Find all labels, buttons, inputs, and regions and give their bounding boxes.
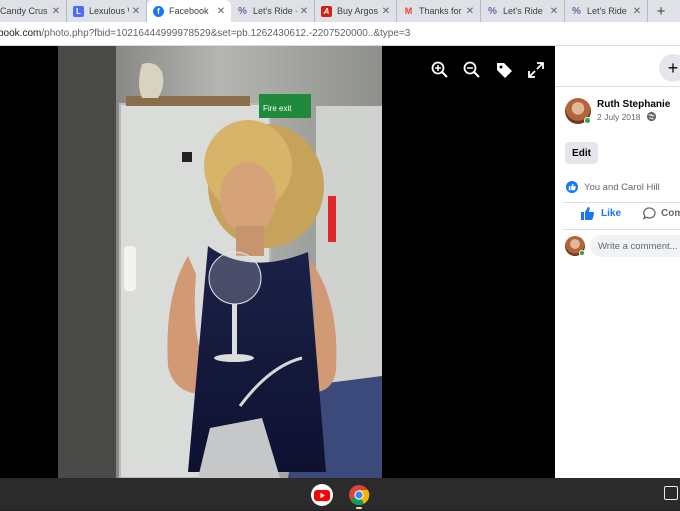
- online-status-icon: [579, 250, 585, 256]
- tag-icon[interactable]: [494, 60, 514, 80]
- facebook-icon: f: [153, 5, 164, 17]
- photo-image: Fire exit: [58, 46, 382, 478]
- like-label: Like: [601, 208, 622, 219]
- divider: [563, 229, 680, 230]
- tab-lets-ride[interactable]: % Let's Ride - ✕: [231, 0, 315, 22]
- post-date[interactable]: 2 July 2018: [597, 112, 640, 122]
- reactions-summary[interactable]: You and Carol Hill: [566, 181, 660, 193]
- tab-title: Let's Ride: [503, 6, 543, 16]
- url-text[interactable]: book.com/photo.php?fbid=1021644499997852…: [0, 28, 410, 39]
- letsride-icon: %: [488, 5, 497, 17]
- argos-icon: A: [321, 5, 332, 17]
- comment-input[interactable]: Write a comment...: [590, 235, 680, 257]
- close-icon[interactable]: ✕: [630, 6, 644, 17]
- new-tab-button[interactable]: +: [648, 0, 674, 22]
- thumbs-up-icon: [581, 207, 595, 220]
- comment-icon: [643, 207, 656, 220]
- lexulous-icon: L: [73, 5, 84, 17]
- tab-lets-ride-3[interactable]: % Let's Ride ✕: [565, 0, 648, 22]
- zoom-out-icon[interactable]: [462, 60, 482, 80]
- close-icon[interactable]: ✕: [129, 6, 143, 17]
- letsride-icon: %: [572, 5, 581, 17]
- screenshot-tray-icon[interactable]: [664, 486, 678, 500]
- close-icon[interactable]: ✕: [297, 6, 311, 17]
- tab-title: Facebook: [169, 6, 209, 16]
- photo-viewer: Fire exit: [0, 46, 555, 478]
- tab-strip: Candy Crus ✕ L Lexulous W ✕ f Facebook ✕…: [0, 0, 680, 22]
- tab-title: Let's Ride -: [253, 6, 297, 16]
- post-author[interactable]: Ruth Stephanie: [597, 99, 670, 110]
- fullscreen-icon[interactable]: [526, 60, 546, 80]
- comment-label: Com: [661, 208, 680, 219]
- tab-lets-ride-2[interactable]: % Let's Ride ✕: [481, 0, 565, 22]
- fire-exit-sign: Fire exit: [263, 104, 292, 113]
- post-panel: + Ruth Stephanie 2 July 2018 Edit You an…: [555, 46, 680, 478]
- chrome-icon[interactable]: [348, 484, 370, 506]
- tab-title: Thanks for: [419, 6, 462, 16]
- address-bar[interactable]: book.com/photo.php?fbid=1021644499997852…: [0, 22, 680, 46]
- close-icon[interactable]: ✕: [214, 6, 228, 17]
- like-reaction-icon: [566, 181, 578, 193]
- online-status-icon: [584, 117, 591, 124]
- tab-argos[interactable]: A Buy Argos ✕: [315, 0, 397, 22]
- comment-button[interactable]: Com: [643, 207, 680, 220]
- close-icon[interactable]: ✕: [547, 6, 561, 17]
- tab-title: Lexulous W: [89, 6, 129, 16]
- tab-title: Buy Argos: [337, 6, 379, 16]
- system-shelf: [0, 478, 680, 510]
- tab-title: Candy Crus: [0, 6, 48, 16]
- url-path: /photo.php?fbid=10216444999978529&set=pb…: [41, 28, 411, 39]
- create-button[interactable]: +: [659, 54, 680, 82]
- like-button[interactable]: Like: [581, 207, 621, 220]
- divider: [555, 86, 680, 87]
- gmail-icon: M: [404, 6, 413, 16]
- url-host: book.com: [0, 28, 42, 39]
- close-icon[interactable]: ✕: [49, 6, 63, 17]
- tab-title: Let's Ride: [587, 6, 627, 16]
- reactions-text: You and Carol Hill: [584, 181, 660, 193]
- youtube-icon[interactable]: [311, 484, 333, 506]
- tab-facebook[interactable]: f Facebook ✕: [147, 0, 231, 22]
- tab-gmail[interactable]: M Thanks for ✕: [397, 0, 481, 22]
- globe-icon: [646, 111, 657, 122]
- edit-button[interactable]: Edit: [565, 142, 598, 164]
- photo[interactable]: Fire exit: [58, 46, 382, 478]
- active-app-indicator: [356, 507, 362, 509]
- divider: [563, 202, 680, 203]
- close-icon[interactable]: ✕: [463, 6, 477, 17]
- tab-lexulous[interactable]: L Lexulous W ✕: [67, 0, 147, 22]
- zoom-in-icon[interactable]: [430, 60, 450, 80]
- tab-candy-crush[interactable]: Candy Crus ✕: [0, 0, 67, 22]
- letsride-icon: %: [238, 5, 247, 17]
- close-icon[interactable]: ✕: [379, 6, 393, 17]
